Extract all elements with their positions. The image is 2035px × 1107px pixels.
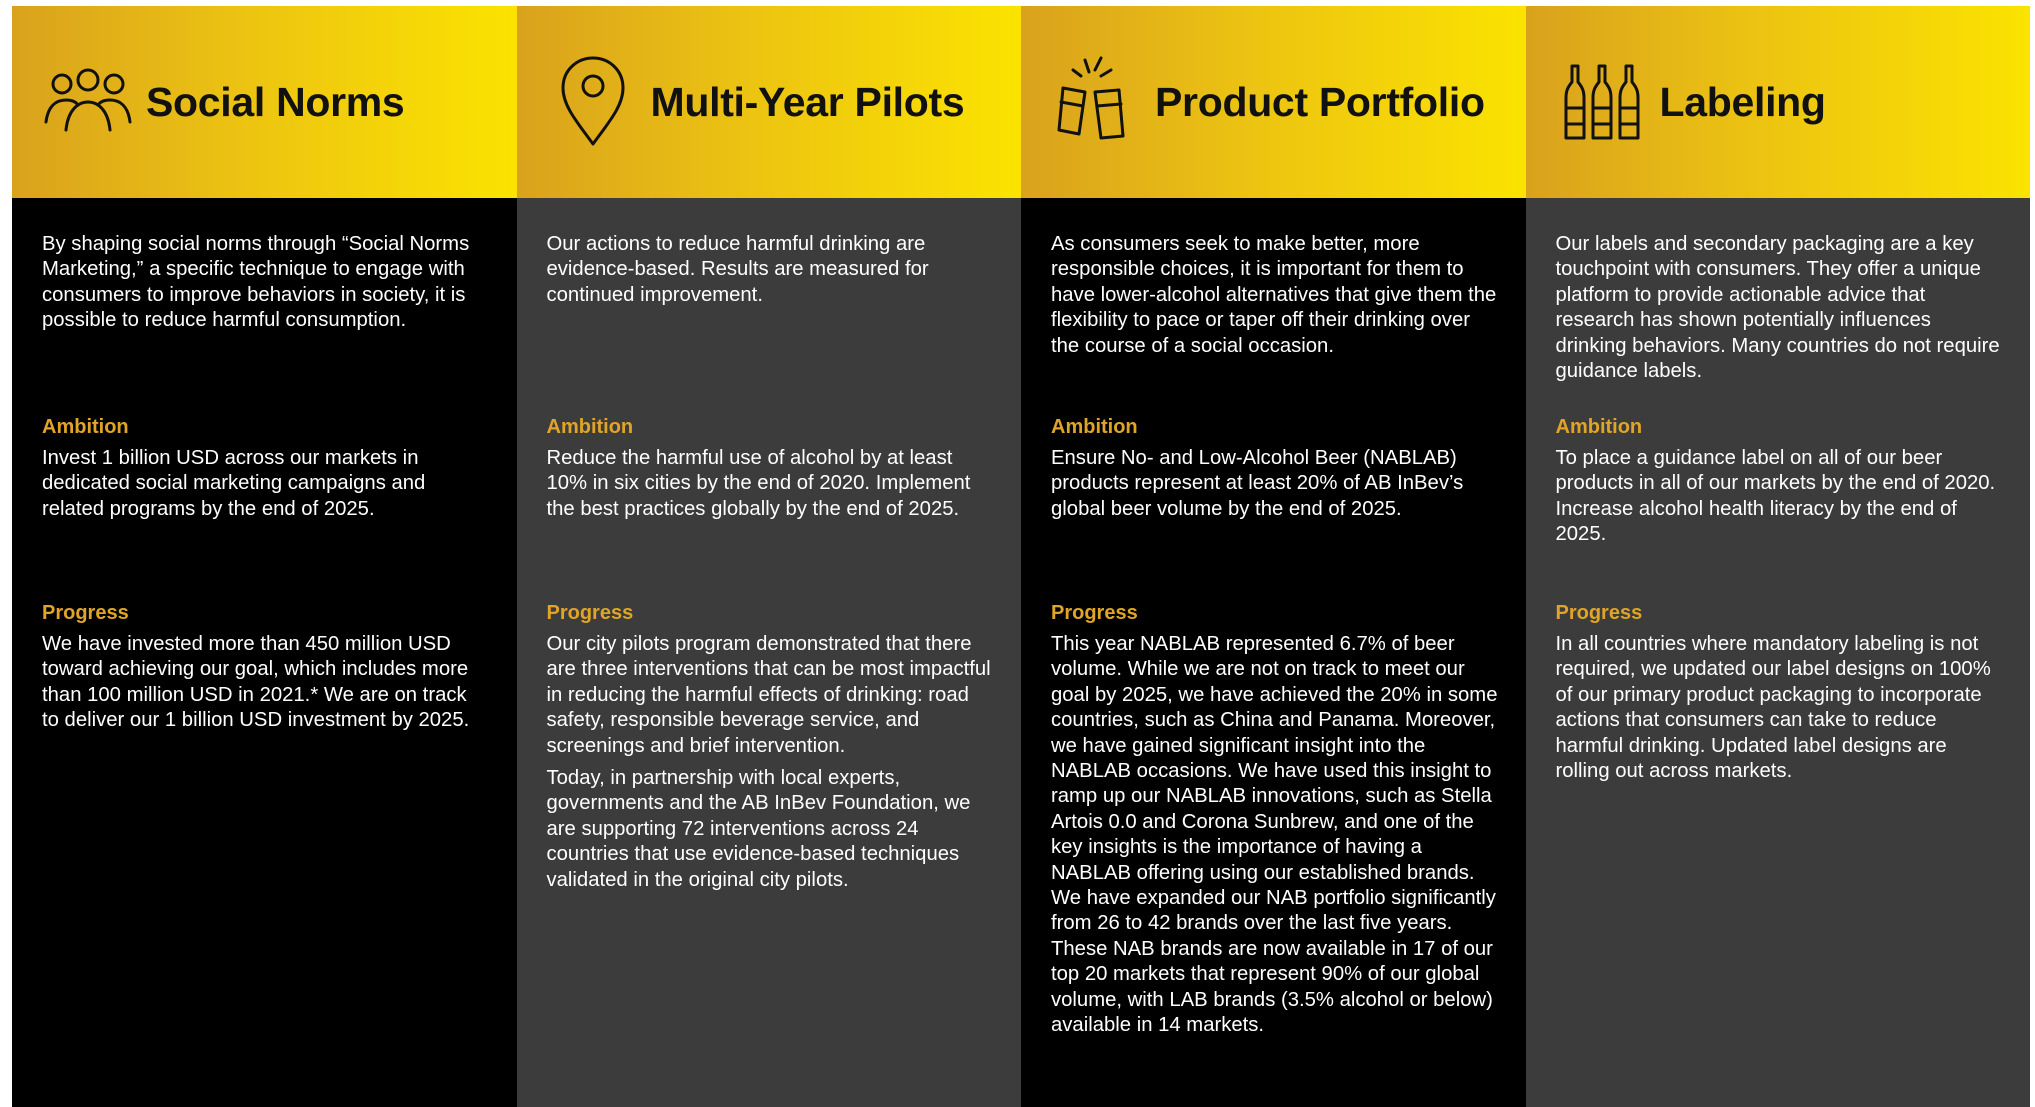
column-header: Social Norms [12,6,517,198]
column-product-portfolio: Product Portfolio As consumers seek to m… [1021,6,1526,1107]
column-labeling: Labeling Our labels and secondary packag… [1525,6,2031,1107]
column-header: Product Portfolio [1021,6,1526,198]
progress-label: Progress [1051,602,1138,624]
column-header: Multi-Year Pilots [516,6,1021,198]
ambition-label: Ambition [546,416,634,438]
intro-text: Our labels and secondary packaging are a… [1555,233,2000,383]
column-header: Labeling [1525,6,2030,198]
progress-label: Progress [42,602,129,624]
ambition-text: Reduce the harmful use of alcohol by at … [546,447,971,520]
column-social-norms: Social Norms By shaping social norms thr… [12,6,517,1107]
column-multi-year-pilots: Multi-Year Pilots Our actions to reduce … [516,6,1022,1107]
map-pin-icon [547,52,639,152]
intro-text: By shaping social norms through “Social … [42,233,470,332]
progress-label: Progress [1555,602,1643,624]
column-title: Social Norms [146,78,405,125]
progress-text: In all countries where mandatory labelin… [1555,633,1991,783]
column-body: By shaping social norms through “Social … [12,198,517,1107]
ambition-label: Ambition [1051,416,1138,438]
cheers-glasses-icon [1051,52,1143,152]
people-group-icon [42,52,134,152]
column-body: Our labels and secondary packaging are a… [1526,198,2031,1107]
ambition-text: Ensure No- and Low-Alcohol Beer (NABLAB)… [1051,447,1464,520]
ambition-text: To place a guidance label on all of our … [1555,447,1996,546]
column-body: As consumers seek to make better, more r… [1021,198,1526,1107]
progress-text: Today, in partnership with local experts… [546,767,971,891]
intro-text: Our actions to reduce harmful drinking a… [546,233,929,306]
pillars-board: Social Norms By shaping social norms thr… [12,6,2030,1107]
column-title: Multi-Year Pilots [650,78,965,125]
progress-text: This year NABLAB represented 6.7% of bee… [1051,633,1498,1037]
column-title: Labeling [1659,78,1826,125]
progress-text: We have invested more than 450 million U… [42,633,470,732]
intro-text: As consumers seek to make better, more r… [1051,233,1497,357]
progress-text: Our city pilots program demonstrated tha… [546,633,991,757]
column-title: Product Portfolio [1155,78,1485,125]
ambition-label: Ambition [1555,416,1643,438]
progress-label: Progress [546,602,634,624]
ambition-text: Invest 1 billion USD across our markets … [42,447,426,520]
column-body: Our actions to reduce harmful drinking a… [517,198,1022,1107]
beer-bottles-icon [1556,52,1648,152]
ambition-label: Ambition [42,416,129,438]
